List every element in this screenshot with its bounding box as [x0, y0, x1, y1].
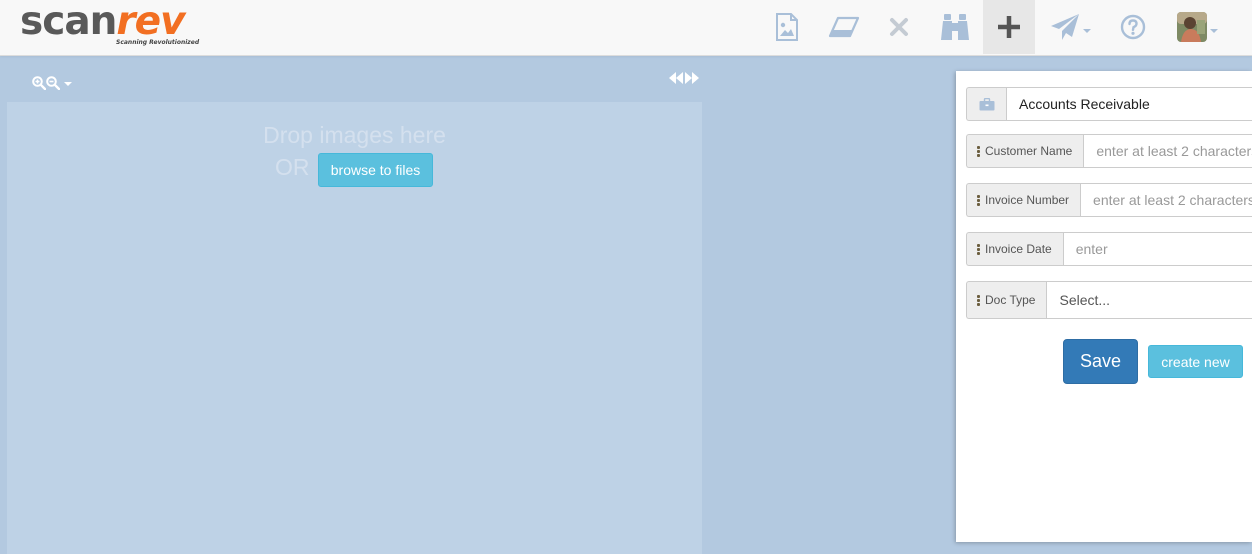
close-icon — [890, 18, 908, 36]
image-dropzone[interactable]: Drop images here OR browse to files — [7, 102, 702, 554]
drag-handle-icon — [977, 243, 980, 256]
forward-icon[interactable] — [684, 71, 700, 85]
zoom-dropdown[interactable] — [32, 76, 72, 90]
chevron-down-icon — [1082, 29, 1091, 33]
scanrev-logo[interactable]: scanrev Scanning Revolutionized — [20, 0, 199, 50]
delete-button[interactable] — [884, 0, 914, 54]
invoice-date-row: Invoice Date enter — [966, 232, 1252, 266]
drag-handle-icon — [977, 145, 980, 158]
doc-type-row: Doc Type Select... — [966, 281, 1252, 319]
or-text: OR — [275, 154, 310, 180]
customer-name-row: Customer Name enter at least 2 character… — [966, 134, 1252, 168]
save-button[interactable]: Save — [1063, 339, 1138, 384]
new-image-icon — [776, 13, 798, 41]
logo-tagline: Scanning Revolutionized — [116, 39, 200, 46]
invoice-date-label: Invoice Date — [966, 232, 1063, 266]
customer-name-label-text: Customer Name — [985, 144, 1073, 158]
customer-name-label: Customer Name — [966, 134, 1084, 168]
invoice-number-label-text: Invoice Number — [985, 193, 1070, 207]
zoom-out-icon — [46, 76, 60, 90]
doc-type-label: Doc Type — [966, 281, 1047, 319]
drag-handle-icon — [977, 294, 980, 307]
binoculars-icon — [941, 14, 969, 40]
invoice-date-label-text: Invoice Date — [985, 242, 1052, 256]
top-navbar: scanrev Scanning Revolutionized — [0, 0, 1252, 56]
department-row: Accounts Receivable — [966, 87, 1252, 121]
chevron-down-icon — [64, 82, 72, 86]
page-navigation — [668, 71, 700, 85]
eraser-button[interactable] — [826, 0, 862, 54]
invoice-number-row: Invoice Number enter at least 2 characte… — [966, 183, 1252, 217]
chevron-down-icon — [1209, 29, 1218, 33]
invoice-date-input[interactable]: enter — [1062, 232, 1252, 266]
drag-handle-icon — [977, 194, 980, 207]
user-menu[interactable] — [1172, 0, 1222, 54]
help-icon — [1120, 14, 1146, 40]
search-button[interactable] — [938, 0, 972, 54]
plus-icon — [998, 16, 1020, 38]
help-button[interactable] — [1118, 0, 1148, 54]
browse-files-button[interactable]: browse to files — [318, 153, 433, 187]
backward-icon[interactable] — [668, 71, 684, 85]
create-new-button[interactable]: create new — [1148, 345, 1243, 378]
index-form-panel: Accounts Receivable Customer Name enter … — [956, 71, 1252, 542]
customer-name-input[interactable]: enter at least 2 characters — [1083, 134, 1252, 168]
logo-rev-text: rev — [116, 0, 185, 44]
invoice-number-input[interactable]: enter at least 2 characters — [1080, 183, 1252, 217]
send-icon — [1050, 14, 1079, 40]
doc-type-label-text: Doc Type — [985, 293, 1036, 307]
doc-type-select[interactable]: Select... — [1046, 281, 1252, 319]
send-dropdown[interactable] — [1046, 0, 1094, 54]
eraser-icon — [828, 16, 860, 38]
briefcase-icon — [979, 97, 994, 110]
drop-images-text: Drop images here — [263, 122, 446, 148]
user-avatar — [1176, 12, 1207, 42]
add-button[interactable] — [983, 0, 1035, 54]
department-select[interactable]: Accounts Receivable — [1006, 87, 1252, 121]
department-addon — [966, 87, 1006, 121]
zoom-in-icon — [32, 76, 46, 90]
new-image-button[interactable] — [770, 0, 804, 54]
logo-scan-text: scan — [20, 0, 117, 44]
invoice-number-label: Invoice Number — [966, 183, 1081, 217]
